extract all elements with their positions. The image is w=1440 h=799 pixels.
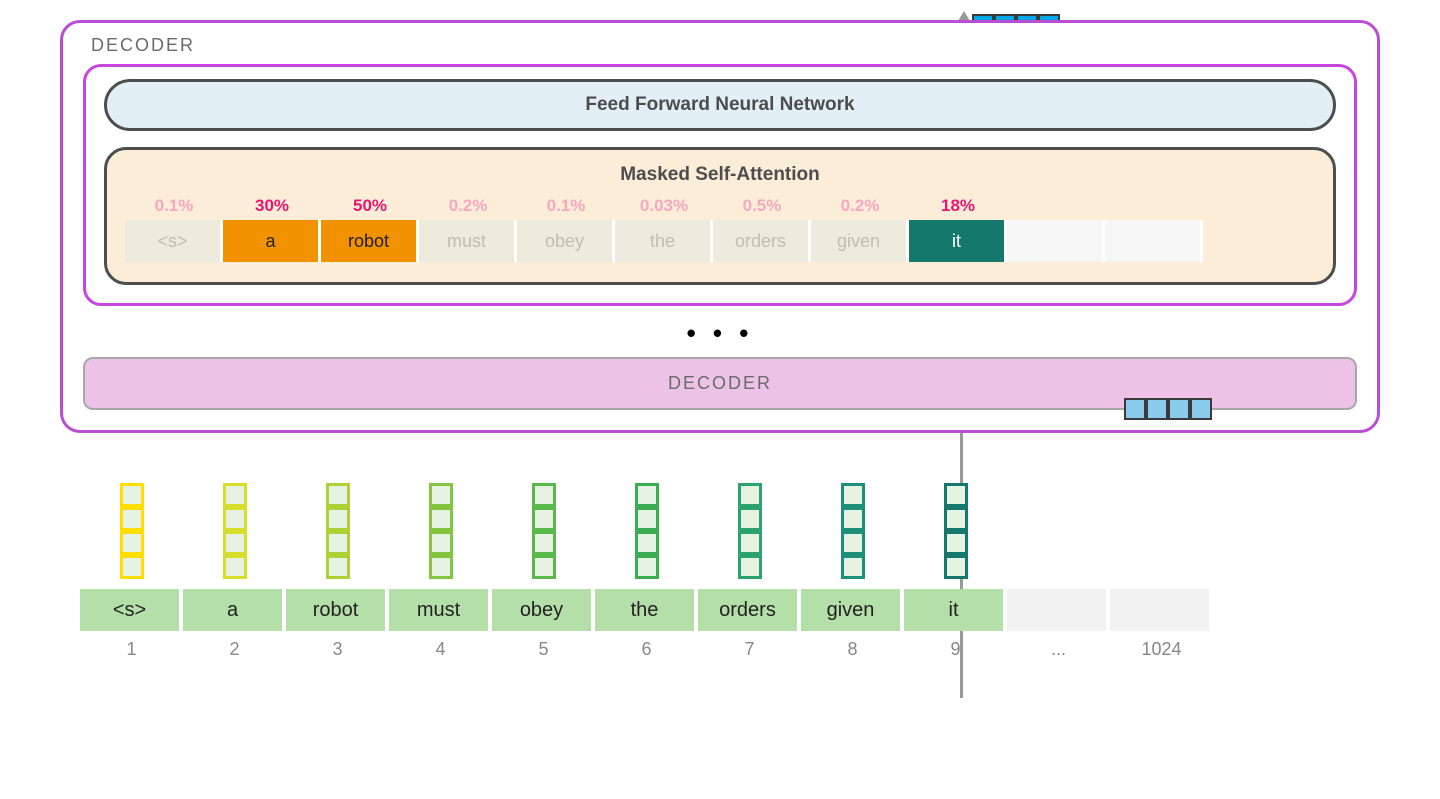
- attn-token-3: robot: [321, 220, 419, 262]
- input-token-9: it: [904, 589, 1007, 631]
- pos-7: 7: [698, 639, 801, 660]
- attn-token-5: obey: [517, 220, 615, 262]
- embed-vec-3: [326, 483, 350, 579]
- pos-2: 2: [183, 639, 286, 660]
- input-token-4: must: [389, 589, 492, 631]
- feed-forward-layer: Feed Forward Neural Network: [104, 79, 1336, 131]
- attention-percentages-row: 0.1% 30% 50% 0.2% 0.1% 0.03% 0.5% 0.2% 1…: [125, 196, 1315, 216]
- embed-vec-8: [841, 483, 865, 579]
- attn-pct-empty: -: [1105, 196, 1203, 216]
- embed-vec-2: [223, 483, 247, 579]
- position-indices-row: 1 2 3 4 5 6 7 8 9 ... 1024: [80, 639, 1360, 660]
- input-token-empty: [1110, 589, 1213, 631]
- ellipsis-layers: • • •: [83, 318, 1357, 349]
- pos-ellipsis: ...: [1007, 639, 1110, 660]
- masked-self-attention-layer: Masked Self-Attention 0.1% 30% 50% 0.2% …: [104, 147, 1336, 285]
- input-token-6: the: [595, 589, 698, 631]
- attn-token-8: given: [811, 220, 909, 262]
- input-tokens-row: <s> a robot must obey the orders given i…: [80, 589, 1360, 631]
- pos-3: 3: [286, 639, 389, 660]
- input-token-5: obey: [492, 589, 595, 631]
- decoder-stack-label: DECODER: [91, 35, 1357, 56]
- attn-pct-1: 0.1%: [125, 196, 223, 216]
- pos-max: 1024: [1110, 639, 1213, 660]
- top-decoder-block: Feed Forward Neural Network Masked Self-…: [83, 64, 1357, 306]
- embedding-vectors-row: [80, 483, 1360, 579]
- msa-title: Masked Self-Attention: [125, 164, 1315, 186]
- input-token-2: a: [183, 589, 286, 631]
- pos-4: 4: [389, 639, 492, 660]
- pos-1: 1: [80, 639, 183, 660]
- input-token-empty: [1007, 589, 1110, 631]
- attn-pct-2: 30%: [223, 196, 321, 216]
- attn-token-empty: [1007, 220, 1105, 262]
- attn-token-9: it: [909, 220, 1007, 262]
- embed-vec-5: [532, 483, 556, 579]
- transformer-decoder-stack: DECODER Feed Forward Neural Network Mask…: [60, 20, 1380, 433]
- attn-token-6: the: [615, 220, 713, 262]
- pos-6: 6: [595, 639, 698, 660]
- pos-8: 8: [801, 639, 904, 660]
- embed-vec-6: [635, 483, 659, 579]
- attn-token-7: orders: [713, 220, 811, 262]
- input-token-7: orders: [698, 589, 801, 631]
- attn-pct-9: 18%: [909, 196, 1007, 216]
- attn-pct-7: 0.5%: [713, 196, 811, 216]
- attn-pct-empty: -: [1007, 196, 1105, 216]
- attention-tokens-row: <s> a robot must obey the orders given i…: [125, 220, 1315, 262]
- input-token-1: <s>: [80, 589, 183, 631]
- embed-vec-4: [429, 483, 453, 579]
- input-token-8: given: [801, 589, 904, 631]
- attn-token-1: <s>: [125, 220, 223, 262]
- attn-pct-3: 50%: [321, 196, 419, 216]
- input-embeddings-section: <s> a robot must obey the orders given i…: [60, 483, 1380, 660]
- pos-9: 9: [904, 639, 1007, 660]
- embed-vec-1: [120, 483, 144, 579]
- attn-pct-6: 0.03%: [615, 196, 713, 216]
- input-token-3: robot: [286, 589, 389, 631]
- embed-vec-7: [738, 483, 762, 579]
- attn-pct-5: 0.1%: [517, 196, 615, 216]
- attn-token-4: must: [419, 220, 517, 262]
- attn-pct-4: 0.2%: [419, 196, 517, 216]
- attn-token-empty: [1105, 220, 1203, 262]
- intermediate-vector: [1124, 398, 1212, 420]
- pos-5: 5: [492, 639, 595, 660]
- attn-pct-8: 0.2%: [811, 196, 909, 216]
- embed-vec-9: [944, 483, 968, 579]
- attn-token-2: a: [223, 220, 321, 262]
